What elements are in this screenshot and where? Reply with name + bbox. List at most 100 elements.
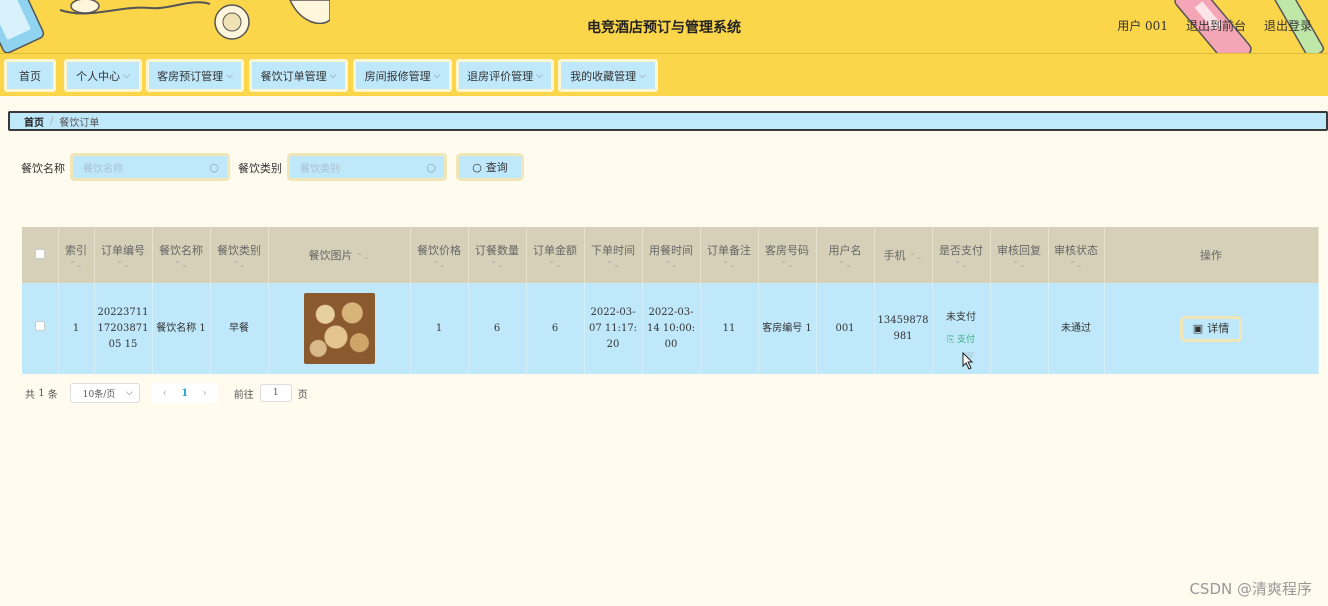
column-header[interactable]: 订单备注 ⌃⌄ [700, 227, 759, 283]
sort-icon: ⌃⌄ [722, 259, 736, 269]
sort-icon: ⌃⌄ [116, 259, 130, 269]
total-count: 1 [38, 387, 45, 399]
column-header[interactable]: 审核回复 ⌃⌄ [990, 227, 1049, 283]
pagination: 共 1 条 10条/页 ⌵ ‹ 1 › 前往 1 页 [25, 383, 308, 403]
column-header[interactable]: 用户名 ⌃⌄ [816, 227, 875, 283]
chevron-down-icon: ⌵ [329, 70, 337, 81]
next-page-icon[interactable]: › [196, 388, 214, 399]
nav-label: 餐饮订单管理 [260, 69, 327, 83]
breadcrumb-separator: / [50, 115, 54, 127]
column-header[interactable]: 订单编号 ⌃⌄ [94, 227, 153, 283]
sort-icon: ⌃⌄ [838, 259, 852, 269]
page-number[interactable]: 1 [174, 388, 196, 399]
column-header[interactable]: 订单金额 ⌃⌄ [526, 227, 585, 283]
query-button[interactable]: ○ 查询 [456, 153, 524, 181]
nav-label: 房间报修管理 [364, 69, 431, 83]
food-name-input[interactable]: 餐饮名称 ○ [70, 153, 230, 181]
cell-review-status: 未通过 [1048, 283, 1105, 374]
column-header[interactable]: 餐饮图片 ⌃⌄ [268, 227, 411, 283]
column-header[interactable]: 餐饮价格 ⌃⌄ [410, 227, 469, 283]
sort-icon: ⌃⌄ [1069, 259, 1083, 269]
cell-meal-time: 2022-03-14 10:00:00 [642, 283, 701, 374]
table-row: 1 202237111720387105 15 餐饮名称 1 早餐 1 6 6 … [22, 283, 1319, 374]
cell-paid: 未支付 ⎘ 支付 [932, 283, 991, 374]
search-icon: ○ [426, 160, 436, 174]
column-header[interactable]: 手机 ⌃⌄ [874, 227, 933, 283]
column-header[interactable]: 客房号码 ⌃⌄ [758, 227, 817, 283]
sort-icon: ⌃⌄ [909, 252, 923, 261]
user-area: 用户 001 退出到前台 退出登录 [1117, 17, 1312, 34]
food-image [303, 293, 375, 364]
goto-suffix: 页 [297, 389, 308, 401]
logout-link[interactable]: 退出登录 [1264, 17, 1312, 34]
prev-page-icon[interactable]: ‹ [156, 388, 174, 399]
select-all-checkbox[interactable] [34, 248, 45, 259]
column-header: 操作 [1104, 227, 1319, 283]
watermark: CSDN @清爽程序 [1189, 580, 1312, 598]
page-size-value: 10条/页 [82, 389, 116, 400]
breadcrumb-current: 餐饮订单 [59, 117, 100, 129]
sort-icon: ⌃⌄ [548, 259, 562, 269]
cell-amount: 6 [526, 283, 585, 374]
food-type-input[interactable]: 餐饮类别 ○ [287, 153, 447, 181]
cell-index: 1 [58, 283, 95, 374]
column-header[interactable]: 审核状态 ⌃⌄ [1048, 227, 1105, 283]
query-button-label: 查询 [485, 161, 508, 174]
nav-food-orders[interactable]: 餐饮订单管理 ⌵ [249, 59, 348, 92]
row-select-cell [22, 283, 59, 374]
column-header[interactable]: 是否支付 ⌃⌄ [932, 227, 991, 283]
pay-link[interactable]: ⎘ 支付 [936, 332, 987, 348]
sort-icon: ⌃⌄ [1012, 259, 1026, 269]
nav-room-booking[interactable]: 客房预订管理 ⌵ [146, 59, 244, 92]
paid-status: 未支付 [946, 311, 976, 323]
nav-personal-center[interactable]: 个人中心 ⌵ [64, 59, 142, 92]
column-header[interactable]: 订餐数量 ⌃⌄ [468, 227, 527, 283]
back-to-front-link[interactable]: 退出到前台 [1186, 17, 1246, 34]
total-prefix: 共 [25, 389, 35, 401]
total-suffix: 条 [47, 389, 58, 401]
cell-username: 001 [816, 283, 875, 374]
user-label: 用户 001 [1117, 19, 1168, 33]
goto-page-input[interactable]: 1 [259, 384, 292, 402]
nav-home[interactable]: 首页 [4, 59, 56, 92]
cell-phone: 13459878981 [874, 283, 933, 374]
search-icon: ○ [472, 160, 482, 174]
chevron-down-icon: ⌵ [123, 70, 130, 81]
sort-icon: ⌃⌄ [664, 259, 678, 269]
sort-icon: ⌃⌄ [490, 259, 504, 269]
mouse-cursor-icon [962, 352, 974, 370]
nav-label: 退房评价管理 [467, 69, 534, 83]
cell-food-type: 早餐 [210, 283, 269, 374]
page-size-select[interactable]: 10条/页 ⌵ [69, 383, 140, 403]
cell-remark: 11 [700, 283, 759, 374]
detail-button[interactable]: ▣ 详情 [1180, 315, 1242, 342]
breadcrumb-home[interactable]: 首页 [24, 114, 44, 129]
nav-favorites[interactable]: 我的收藏管理 ⌵ [558, 59, 658, 92]
chevron-down-icon: ⌵ [536, 70, 543, 81]
cell-order-time: 2022-03-07 11:17:20 [584, 283, 643, 374]
sort-icon: ⌃⌄ [432, 259, 446, 269]
nav-label: 首页 [19, 69, 41, 83]
column-header: 索引 ⌃⌄ [58, 227, 95, 283]
cell-quantity: 6 [468, 283, 527, 374]
cell-price: 1 [410, 283, 469, 374]
food-type-label: 餐饮类别 [238, 162, 282, 175]
sort-icon: ⌃⌄ [606, 259, 620, 269]
food-name-label: 餐饮名称 [21, 162, 65, 175]
row-checkbox[interactable] [34, 320, 45, 331]
column-header[interactable]: 用餐时间 ⌃⌄ [642, 227, 701, 283]
column-header[interactable]: 餐饮名称 ⌃⌄ [152, 227, 211, 283]
sort-icon: ⌃⌄ [954, 259, 968, 269]
nav-room-repair[interactable]: 房间报修管理 ⌵ [353, 59, 452, 92]
sort-icon: ⌃⌄ [356, 252, 370, 261]
nav-checkout-review[interactable]: 退房评价管理 ⌵ [456, 59, 554, 92]
select-all-cell [22, 227, 59, 283]
cell-review-reply [990, 283, 1049, 374]
page-numbers: ‹ 1 › [151, 383, 218, 403]
pay-link-label: 支付 [957, 334, 976, 345]
column-header[interactable]: 下单时间 ⌃⌄ [584, 227, 643, 283]
table-header-row: 索引 ⌃⌄ 订单编号 ⌃⌄ 餐饮名称 ⌃⌄ 餐饮类别 ⌃⌄ 餐饮图片 ⌃⌄ 餐饮价格 ⌃⌄… [22, 227, 1319, 283]
chevron-down-icon: ⌵ [226, 70, 233, 81]
column-header[interactable]: 餐饮类别 ⌃⌄ [210, 227, 269, 283]
chevron-down-icon: ⌵ [125, 388, 133, 398]
